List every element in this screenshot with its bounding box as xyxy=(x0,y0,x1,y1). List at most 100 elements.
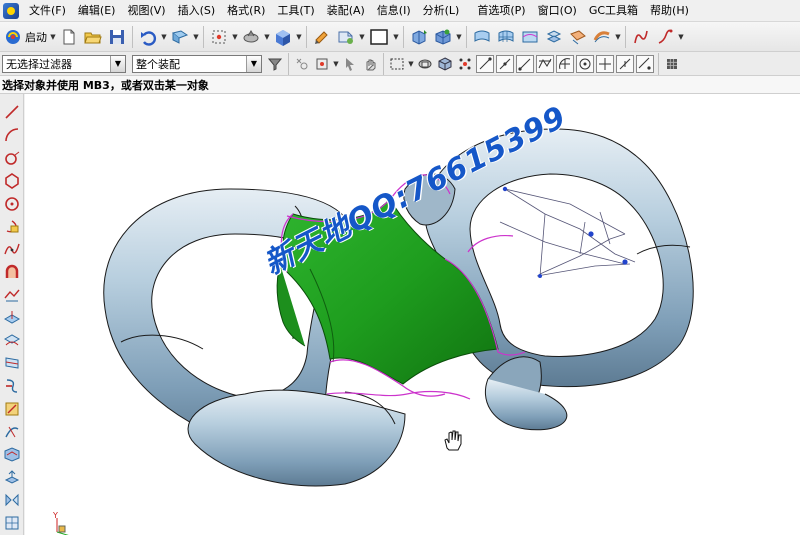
arc-button[interactable] xyxy=(1,125,23,146)
render-dropdown-arrow[interactable]: ▼ xyxy=(263,26,271,48)
curve-button-2[interactable] xyxy=(654,26,676,48)
pan-cursor-icon xyxy=(444,430,462,451)
circle-button[interactable] xyxy=(1,148,23,169)
sew-surface-icon xyxy=(593,30,610,42)
spline-button[interactable] xyxy=(1,239,23,260)
menu-assembly[interactable]: 装配(A) xyxy=(321,0,371,22)
rectangle-dropdown-arrow[interactable]: ▼ xyxy=(407,53,415,75)
menu-gc-toolkit[interactable]: GC工具箱 xyxy=(583,0,644,22)
shaded-dropdown-arrow[interactable]: ▼ xyxy=(295,26,303,48)
orient-dropdown-arrow[interactable]: ▼ xyxy=(192,26,200,48)
orient-view-button[interactable] xyxy=(169,26,191,48)
undo-dropdown-arrow[interactable]: ▼ xyxy=(160,26,168,48)
menu-preferences[interactable]: 首选项(P) xyxy=(471,0,531,22)
surface-button-5[interactable] xyxy=(567,26,589,48)
cube-icon xyxy=(438,56,452,71)
extract-curve-button[interactable] xyxy=(1,376,23,397)
edit-object-display-button[interactable] xyxy=(311,26,333,48)
curve-dropdown-arrow[interactable]: ▼ xyxy=(677,26,685,48)
menu-tools[interactable]: 工具(T) xyxy=(271,0,320,22)
render-style-button[interactable] xyxy=(240,26,262,48)
snap-point-on-curve-button[interactable] xyxy=(616,54,634,73)
graphics-window[interactable]: Y 新天地QQ:76615399 xyxy=(25,94,800,535)
new-file-button[interactable] xyxy=(58,26,80,48)
project-curve-button[interactable] xyxy=(1,307,23,328)
svg-text:Y: Y xyxy=(52,511,58,520)
save-button[interactable] xyxy=(106,26,128,48)
show-hide-button[interactable] xyxy=(335,26,357,48)
section-icon xyxy=(5,357,18,369)
show-hide-dropdown-arrow[interactable]: ▼ xyxy=(358,26,366,48)
surface-button-6[interactable] xyxy=(591,26,613,48)
snap-settings-button[interactable] xyxy=(663,55,681,73)
shaded-view-button[interactable] xyxy=(272,26,294,48)
new-file-icon xyxy=(63,29,75,44)
snap-midpoint-button[interactable] xyxy=(496,54,514,73)
feature-button[interactable] xyxy=(432,26,454,48)
line-button[interactable] xyxy=(1,102,23,123)
background-color-button[interactable] xyxy=(367,26,391,48)
color-box-icon xyxy=(370,28,388,45)
composite-curve-button[interactable] xyxy=(1,398,23,419)
mirror-curve-button[interactable] xyxy=(1,490,23,511)
surface-button-2[interactable] xyxy=(495,26,517,48)
helix-button[interactable] xyxy=(1,216,23,237)
offset-curve-button[interactable] xyxy=(1,262,23,283)
start-button[interactable]: 启动 xyxy=(2,26,49,48)
snap-intersection-button[interactable] xyxy=(536,54,554,73)
surface-dropdown-arrow[interactable]: ▼ xyxy=(614,26,622,48)
tube-end-left[interactable] xyxy=(187,389,406,487)
snap-point-on-face-button[interactable] xyxy=(636,54,654,73)
curve-button-1[interactable] xyxy=(630,26,652,48)
menu-edit[interactable]: 编辑(E) xyxy=(72,0,122,22)
menu-file[interactable]: 文件(F) xyxy=(23,0,72,22)
point-icon xyxy=(316,58,328,69)
extrude-button[interactable] xyxy=(408,26,430,48)
surface-button-3[interactable] xyxy=(519,26,541,48)
filter-settings-button[interactable] xyxy=(266,55,284,73)
open-file-button[interactable] xyxy=(82,26,104,48)
select-body-button[interactable] xyxy=(416,55,434,73)
fit-dropdown-arrow[interactable]: ▼ xyxy=(231,26,239,48)
select-arrow-button[interactable] xyxy=(341,55,359,73)
selection-filter-select[interactable]: 无选择过滤器 ▼ xyxy=(2,54,126,73)
wrap-curve-button[interactable] xyxy=(1,444,23,465)
surface-button-1[interactable] xyxy=(471,26,493,48)
menu-information[interactable]: 信息(I) xyxy=(371,0,417,22)
surface-button-4[interactable] xyxy=(543,26,565,48)
point-on-curve-button[interactable] xyxy=(313,55,331,73)
line-icon xyxy=(4,105,19,119)
snap-point-button[interactable] xyxy=(293,55,311,73)
select-hand-button[interactable] xyxy=(361,55,379,73)
undo-button[interactable] xyxy=(137,26,159,48)
intersection-curve-button[interactable] xyxy=(1,330,23,351)
assembly-scope-select[interactable]: 整个装配 ▼ xyxy=(132,54,262,73)
fit-view-button[interactable] xyxy=(208,26,230,48)
ellipse-button[interactable] xyxy=(1,193,23,214)
start-dropdown-arrow[interactable]: ▼ xyxy=(49,26,57,48)
section-curve-button[interactable] xyxy=(1,353,23,374)
bridge-curve-button[interactable] xyxy=(1,284,23,305)
point-dropdown-arrow[interactable]: ▼ xyxy=(332,53,340,75)
rectangle-select-button[interactable] xyxy=(388,55,406,73)
menu-window[interactable]: 窗口(O) xyxy=(532,0,583,22)
select-point-grid-button[interactable] xyxy=(456,55,474,73)
select-face-button[interactable] xyxy=(436,55,454,73)
menu-format[interactable]: 格式(R) xyxy=(221,0,271,22)
snap-arc-center-button[interactable] xyxy=(556,54,574,73)
snap-endpoint-button[interactable] xyxy=(476,54,494,73)
feature-dropdown-arrow[interactable]: ▼ xyxy=(455,26,463,48)
color-dropdown-arrow[interactable]: ▼ xyxy=(392,26,400,48)
snap-quadrant-button[interactable] xyxy=(596,54,614,73)
boundary-curve-button[interactable] xyxy=(1,512,23,533)
snap-control-point-button[interactable] xyxy=(516,54,534,73)
menu-view[interactable]: 视图(V) xyxy=(121,0,171,22)
trim-curve-button[interactable] xyxy=(1,421,23,442)
menu-help[interactable]: 帮助(H) xyxy=(644,0,695,22)
menu-analysis[interactable]: 分析(L) xyxy=(417,0,466,22)
menu-insert[interactable]: 插入(S) xyxy=(172,0,222,22)
toolbar-separator xyxy=(466,25,467,48)
polygon-button[interactable] xyxy=(1,170,23,191)
scale-curve-button[interactable] xyxy=(1,467,23,488)
snap-circle-center-button[interactable] xyxy=(576,54,594,73)
